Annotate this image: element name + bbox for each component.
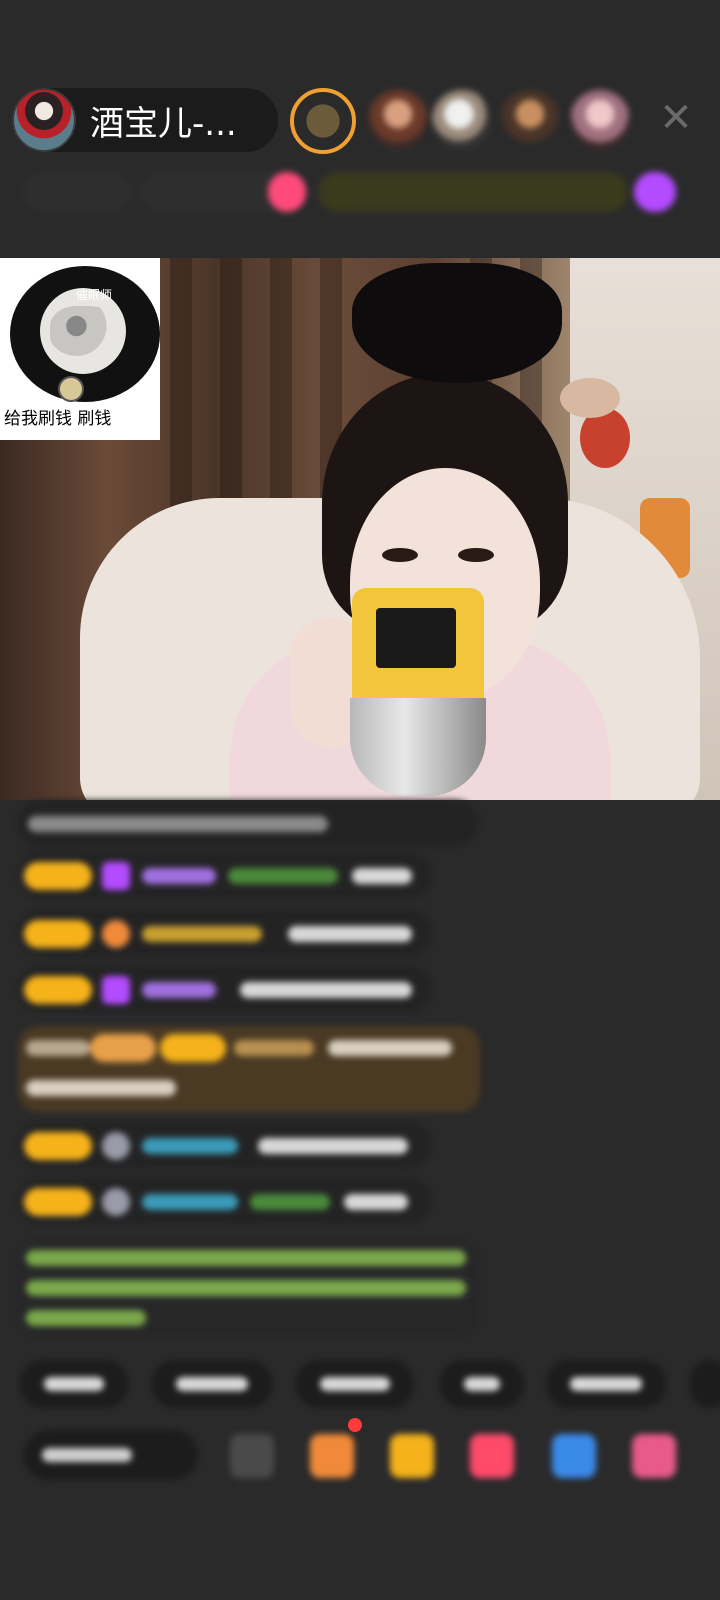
chat-input[interactable] bbox=[24, 1430, 198, 1480]
viewer-avatar[interactable] bbox=[290, 88, 356, 154]
quick-chip[interactable] bbox=[296, 1360, 414, 1408]
host-avatar[interactable] bbox=[12, 88, 76, 152]
gift-box-icon[interactable] bbox=[310, 1434, 354, 1478]
viewer-avatar[interactable] bbox=[570, 90, 630, 150]
room-tags bbox=[22, 172, 692, 212]
viewer-avatar[interactable] bbox=[432, 90, 492, 150]
chat-message[interactable] bbox=[18, 1178, 432, 1224]
meme-bottom-text: 给我刷钱 刷钱 bbox=[4, 409, 112, 429]
quick-chip[interactable] bbox=[440, 1360, 524, 1408]
gift-icon[interactable] bbox=[632, 1434, 676, 1478]
tag-item[interactable] bbox=[22, 172, 132, 212]
chat-message[interactable] bbox=[18, 1122, 432, 1168]
close-icon[interactable]: ✕ bbox=[656, 98, 696, 138]
heart-icon[interactable] bbox=[268, 172, 306, 212]
meme-top-text: 催眠师 bbox=[76, 288, 113, 302]
notification-dot bbox=[348, 1418, 362, 1432]
chat-message[interactable] bbox=[18, 966, 432, 1012]
host-info[interactable]: 酒宝儿-... bbox=[12, 88, 278, 152]
emoji-icon[interactable] bbox=[230, 1434, 274, 1478]
system-notice bbox=[18, 1240, 478, 1336]
tag-item[interactable] bbox=[318, 172, 628, 212]
host-name[interactable]: 酒宝儿-... bbox=[90, 96, 237, 145]
chat-message[interactable] bbox=[18, 910, 432, 956]
quick-chip[interactable] bbox=[20, 1360, 128, 1408]
tag-item[interactable] bbox=[634, 172, 676, 212]
quick-chip[interactable] bbox=[690, 1360, 720, 1408]
meme-sticker: 催眠师 给我刷钱 刷钱 bbox=[0, 258, 160, 440]
quick-chip[interactable] bbox=[546, 1360, 666, 1408]
heart-gift-icon[interactable] bbox=[470, 1434, 514, 1478]
treasure-icon[interactable] bbox=[390, 1434, 434, 1478]
viewer-avatar[interactable] bbox=[500, 90, 560, 150]
chat-message[interactable] bbox=[18, 852, 432, 898]
quick-chip[interactable] bbox=[152, 1360, 272, 1408]
ticket-icon[interactable] bbox=[552, 1434, 596, 1478]
chat-message[interactable] bbox=[18, 800, 478, 846]
viewer-avatar[interactable] bbox=[368, 90, 428, 150]
gift-message[interactable] bbox=[18, 1026, 480, 1112]
